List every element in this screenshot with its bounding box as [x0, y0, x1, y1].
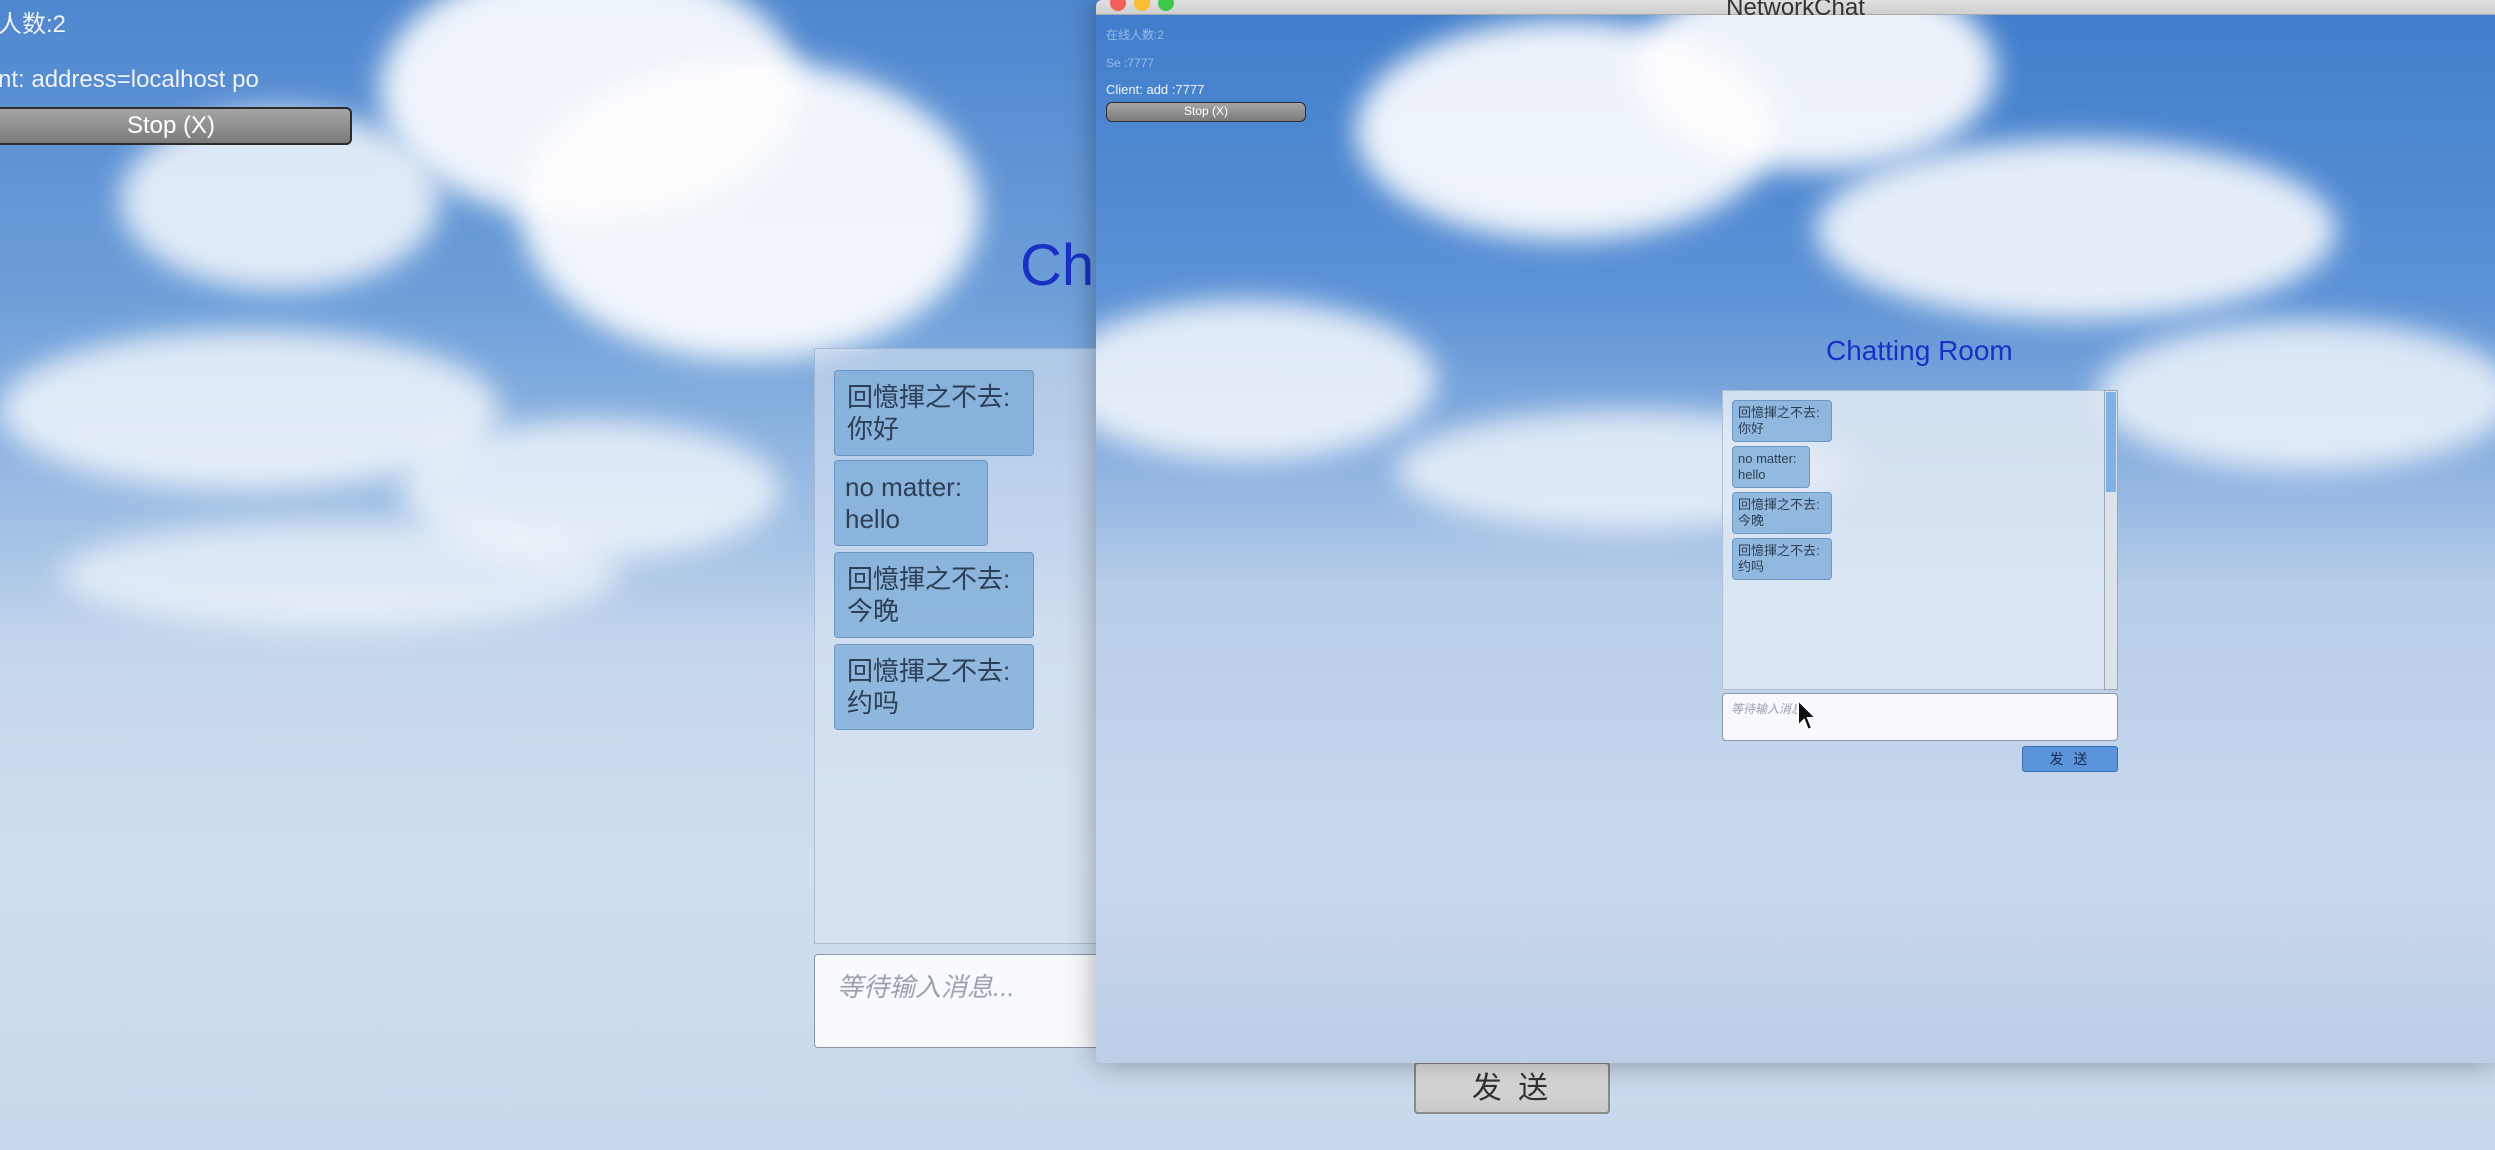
message-scrollbar[interactable] [2104, 390, 2118, 690]
message-bubble: 回憶揮之不去: 今晚 [1732, 492, 1832, 534]
stop-button[interactable]: Stop (X) [0, 107, 352, 145]
message-text: 约吗 [847, 688, 900, 718]
message-sender: 回憶揮之不去: [847, 656, 1011, 686]
window-titlebar[interactable]: NetworkChat [1096, 0, 2495, 21]
message-text: 你好 [847, 414, 900, 444]
scrollbar-thumb[interactable] [2106, 392, 2116, 492]
message-sender: 回憶揮之不去: [1738, 497, 1820, 512]
message-sender: no matter: [845, 472, 963, 502]
message-input[interactable]: 等待输入消息... [1722, 693, 2118, 741]
chatting-room-title: Chatting Room [1826, 335, 2013, 366]
message-bubble: no matter: hello [834, 460, 988, 546]
mouse-cursor-icon [1797, 698, 1819, 732]
message-sender: 回憶揮之不去: [1738, 543, 1820, 558]
network-chat-window: NetworkChat 在线人数:2 Se :7777 Client: add … [1096, 0, 2495, 1063]
message-input[interactable]: 等待输入消息... [814, 954, 1114, 1048]
message-text: 你好 [1738, 421, 1765, 436]
message-text: hello [1738, 467, 1766, 482]
hud-server-info: Se :7777 [1106, 56, 1155, 70]
message-sender: 回憶揮之不去: [847, 564, 1011, 594]
send-button[interactable]: 发 送 [1414, 1062, 1610, 1114]
send-button[interactable]: 发 送 [2022, 746, 2118, 772]
input-placeholder: 等待输入消息... [837, 972, 1015, 1002]
online-count-label: 人数:2 [0, 11, 67, 38]
message-text: 约吗 [1738, 559, 1765, 574]
message-bubble: 回憶揮之不去: 今晚 [834, 552, 1034, 638]
room-title: Ch [1020, 233, 1095, 298]
message-bubble: 回憶揮之不去: 约吗 [834, 644, 1034, 730]
client-info-label: nt: address=localhost po [0, 66, 259, 93]
message-sender: 回憶揮之不去: [1738, 405, 1820, 420]
message-text: 今晚 [1738, 513, 1765, 528]
hud-client-info: Client: add :7777 [1106, 82, 1205, 97]
message-text: 今晚 [847, 596, 900, 626]
message-bubble: 回憶揮之不去: 你好 [1732, 400, 1832, 442]
message-sender: no matter: [1738, 451, 1797, 466]
message-bubble: no matter: hello [1732, 446, 1810, 488]
hud-online-count: 在线人数:2 [1106, 28, 1165, 42]
message-bubble: 回憶揮之不去: 你好 [834, 370, 1034, 456]
message-bubble: 回憶揮之不去: 约吗 [1732, 538, 1832, 580]
hud-stop-button[interactable]: Stop (X) [1106, 102, 1306, 122]
message-text: hello [845, 504, 900, 534]
message-sender: 回憶揮之不去: [847, 382, 1011, 412]
window-title: NetworkChat [1726, 0, 1865, 21]
